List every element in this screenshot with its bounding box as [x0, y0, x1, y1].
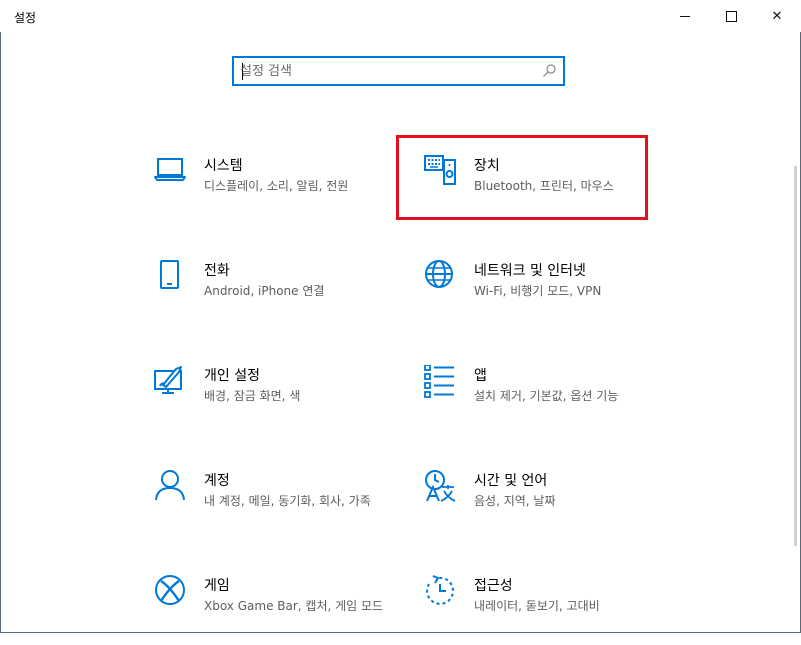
tile-name: 시간 및 언어: [474, 473, 548, 489]
search-input[interactable]: [240, 61, 530, 81]
tile-name: 개인 설정: [204, 368, 260, 384]
tile-system[interactable]: 시스템 디스플레이, 소리, 알림, 전원: [154, 155, 404, 225]
title-bar: 설정 ✕: [0, 0, 801, 32]
laptop-icon: [154, 158, 186, 181]
highlight-box: [396, 135, 648, 220]
tile-accounts[interactable]: 계정 내 계정, 메일, 동기화, 회사, 가족: [154, 470, 404, 540]
maximize-icon: [725, 10, 737, 22]
tile-name: 계정: [204, 473, 230, 489]
window-title: 설정: [14, 11, 37, 25]
search-icon[interactable]: [541, 63, 557, 79]
tile-ease-of-access[interactable]: 접근성 내레이터, 돋보기, 고대비: [424, 575, 674, 645]
tile-description: Wi-Fi, 비행기 모드, VPN: [474, 284, 602, 298]
tile-name: 앱: [474, 368, 487, 384]
tile-description: 설치 제거, 기본값, 옵션 기능: [474, 389, 619, 403]
tile-name: 전화: [204, 263, 230, 279]
tile-phone[interactable]: 전화 Android, iPhone 연결: [154, 260, 404, 330]
globe-icon: [425, 260, 453, 288]
xbox-icon: [155, 575, 185, 605]
apps-list-icon: [424, 365, 454, 398]
minimize-icon: [680, 15, 690, 17]
tile-description: 음성, 지역, 날짜: [474, 494, 556, 508]
tile-description: Android, iPhone 연결: [204, 284, 325, 298]
close-button[interactable]: ✕: [754, 0, 800, 32]
tile-gaming[interactable]: 게임 Xbox Game Bar, 캡처, 게임 모드: [154, 575, 404, 645]
tile-network[interactable]: 네트워크 및 인터넷 Wi-Fi, 비행기 모드, VPN: [424, 260, 674, 330]
scrollbar[interactable]: [794, 166, 797, 546]
tile-name: 접근성: [474, 578, 513, 594]
ease-of-access-icon: [426, 575, 455, 605]
minimize-button[interactable]: [662, 0, 708, 32]
phone-icon: [160, 260, 179, 289]
close-icon: ✕: [771, 8, 783, 24]
time-language-icon: [425, 470, 456, 502]
tile-description: 내레이터, 돋보기, 고대비: [474, 599, 600, 613]
tile-name: 네트워크 및 인터넷: [474, 263, 586, 279]
tile-description: 디스플레이, 소리, 알림, 전원: [204, 179, 349, 193]
tile-description: 내 계정, 메일, 동기화, 회사, 가족: [204, 494, 371, 508]
tile-name: 시스템: [204, 158, 243, 174]
tile-time-language[interactable]: 시간 및 언어 음성, 지역, 날짜: [424, 470, 674, 540]
search-box[interactable]: [232, 56, 565, 86]
tile-name: 게임: [204, 578, 230, 594]
tile-personalization[interactable]: 개인 설정 배경, 잠금 화면, 색: [154, 365, 404, 435]
personalization-icon: [154, 366, 182, 394]
account-icon: [155, 470, 185, 501]
tile-description: Xbox Game Bar, 캡처, 게임 모드: [204, 599, 384, 613]
tile-apps[interactable]: 앱 설치 제거, 기본값, 옵션 기능: [424, 365, 674, 435]
tile-description: 배경, 잠금 화면, 색: [204, 389, 301, 403]
maximize-button[interactable]: [708, 0, 754, 32]
